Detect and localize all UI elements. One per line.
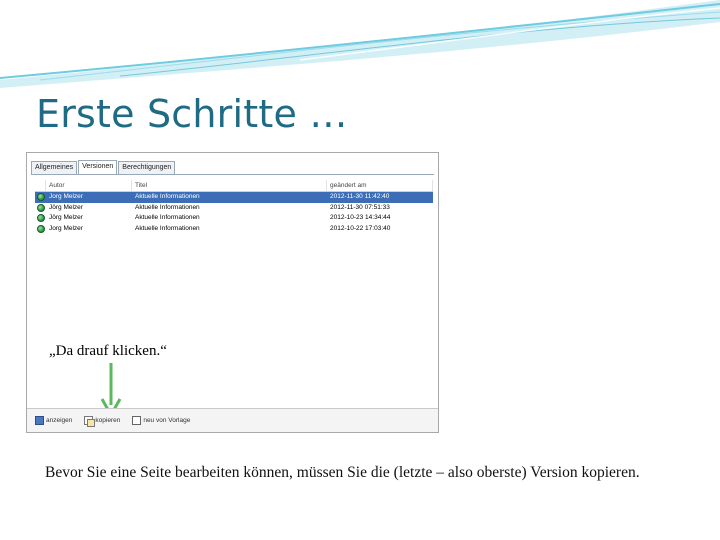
slide-title: Erste Schritte … <box>36 92 348 136</box>
tab-divider <box>31 174 434 175</box>
row-date: 2012-11-30 07:51:33 <box>330 203 390 211</box>
column-header-title[interactable]: Titel <box>132 180 327 191</box>
view-button-label: anzeigen <box>46 417 73 424</box>
copy-button[interactable]: kopieren <box>84 416 121 427</box>
table-row[interactable]: Jörg Melzer Aktuelle Informationen 2012-… <box>35 213 433 224</box>
row-title: Aktuelle Informationen <box>135 203 200 211</box>
row-author: Jörg Melzer <box>49 203 83 211</box>
tab-bar: Allgemeines Versionen Berechtigungen <box>31 160 176 175</box>
tab-general[interactable]: Allgemeines <box>31 161 78 175</box>
column-header-date[interactable]: geändert am <box>327 180 433 191</box>
decorative-swoosh <box>0 0 720 88</box>
version-icon <box>35 224 46 233</box>
row-author: Jorg Melzer <box>49 193 83 201</box>
tab-permissions[interactable]: Berechtigungen <box>118 161 176 175</box>
row-title: Aktuelle Informationen <box>135 224 200 232</box>
slide-body-text: Bevor Sie eine Seite bearbeiten können, … <box>45 464 640 481</box>
row-title: Aktuelle Informationen <box>135 214 200 222</box>
view-button[interactable]: anzeigen <box>35 416 72 425</box>
table-header: Autor Titel geändert am <box>35 180 433 192</box>
row-date: 2012-11-30 11:42:40 <box>330 193 390 201</box>
new-from-template-button[interactable]: neu von Vorlage <box>132 416 190 425</box>
copy-button-label: kopieren <box>95 417 121 424</box>
versions-table: Autor Titel geändert am Jorg Melzer Aktu… <box>35 180 433 234</box>
table-row[interactable]: Jorg Melzer Aktuelle Informationen 2012-… <box>35 192 433 203</box>
annotation-text: „Da drauf klicken.“ <box>49 343 167 359</box>
table-row[interactable]: Jorg Melzer Aktuelle Informationen 2012-… <box>35 224 433 235</box>
versions-screenshot: Allgemeines Versionen Berechtigungen Aut… <box>26 152 439 433</box>
row-date: 2012-10-23 14:34:44 <box>330 214 391 222</box>
row-author: Jörg Melzer <box>49 214 83 222</box>
version-icon <box>35 193 46 202</box>
view-icon <box>35 416 44 425</box>
version-icon <box>35 214 46 223</box>
row-title: Aktuelle Informationen <box>135 193 200 201</box>
table-row[interactable]: Jörg Melzer Aktuelle Informationen 2012-… <box>35 203 433 214</box>
row-date: 2012-10-22 17:03:40 <box>330 224 391 232</box>
icon-column-header <box>35 180 46 191</box>
version-icon <box>35 203 46 212</box>
column-header-author[interactable]: Autor <box>46 180 132 191</box>
new-from-template-label: neu von Vorlage <box>143 417 191 424</box>
new-document-icon <box>132 416 142 425</box>
copy-icon <box>84 416 96 427</box>
tab-versions[interactable]: Versionen <box>78 160 118 175</box>
row-author: Jorg Melzer <box>49 224 83 232</box>
version-toolbar: anzeigen kopieren neu von Vorlage <box>27 408 438 432</box>
